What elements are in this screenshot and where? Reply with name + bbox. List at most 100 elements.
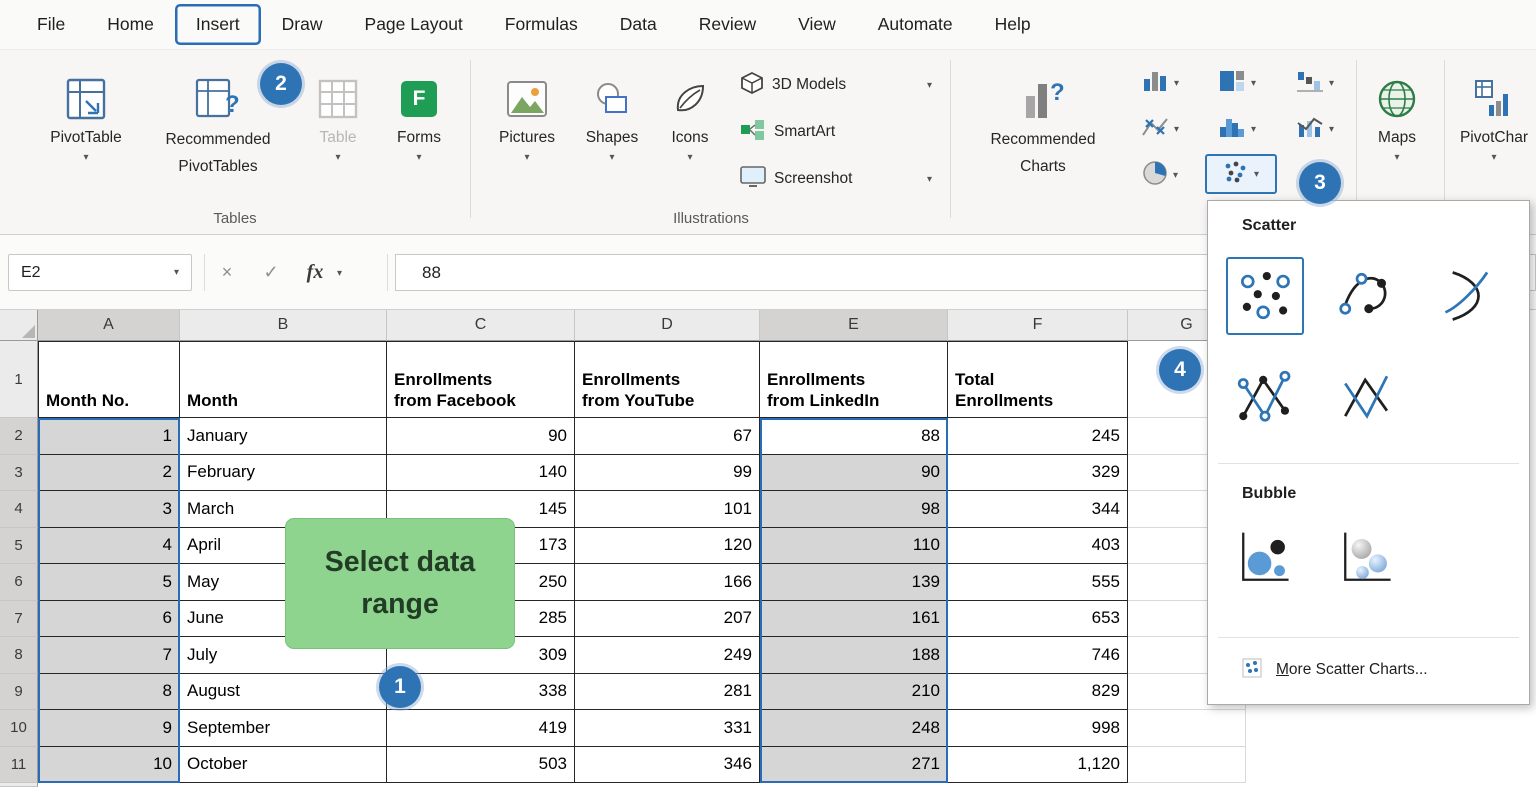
scatter-straight-lines-option[interactable] (1328, 359, 1406, 437)
cancel-button[interactable]: × (205, 262, 249, 283)
cell-D2[interactable]: 67 (575, 418, 760, 455)
cell-A5[interactable]: 4 (38, 527, 180, 564)
cell-F3[interactable]: 329 (948, 454, 1128, 491)
tab-insert[interactable]: Insert (175, 4, 261, 45)
scatter-option[interactable] (1226, 257, 1304, 335)
pie-chart-button[interactable]: ▾ (1128, 156, 1192, 194)
cell-A2[interactable]: 1 (38, 418, 180, 455)
shapes-button[interactable]: Shapes ▾ (576, 72, 648, 163)
row-header-partial[interactable] (0, 783, 38, 787)
cell-D7[interactable]: 207 (575, 600, 760, 637)
row-header-7[interactable]: 7 (0, 600, 38, 637)
cell-E9[interactable]: 210 (760, 673, 948, 710)
cell-E8[interactable]: 188 (760, 637, 948, 674)
select-all-corner[interactable] (0, 310, 38, 341)
cell-F6[interactable]: 555 (948, 564, 1128, 601)
cell-D5[interactable]: 120 (575, 527, 760, 564)
tab-automate[interactable]: Automate (857, 4, 974, 45)
cell-D9[interactable]: 281 (575, 673, 760, 710)
scatter-chart-button[interactable]: ▾ (1205, 154, 1277, 194)
cell-F1[interactable]: Total Enrollments (948, 341, 1128, 418)
cell-E10[interactable]: 248 (760, 710, 948, 747)
maps-button[interactable]: Maps ▾ (1364, 72, 1430, 163)
row-header-3[interactable]: 3 (0, 454, 38, 491)
cell-B2[interactable]: January (180, 418, 387, 455)
cell-C2[interactable]: 90 (387, 418, 575, 455)
cell-A1[interactable]: Month No. (38, 341, 180, 418)
tab-data[interactable]: Data (599, 4, 678, 45)
table-button[interactable]: Table ▾ (302, 72, 374, 163)
tab-help[interactable]: Help (974, 4, 1052, 45)
pictures-button[interactable]: Pictures ▾ (490, 72, 564, 163)
row-header-6[interactable]: 6 (0, 564, 38, 601)
tab-draw[interactable]: Draw (261, 4, 344, 45)
cell-E4[interactable]: 98 (760, 491, 948, 528)
row-header-2[interactable]: 2 (0, 418, 38, 455)
tab-review[interactable]: Review (678, 4, 777, 45)
cell-F5[interactable]: 403 (948, 527, 1128, 564)
cell-B9[interactable]: August (180, 673, 387, 710)
screenshot-button[interactable]: Screenshot ▾ (740, 160, 932, 198)
cell-F8[interactable]: 746 (948, 637, 1128, 674)
tab-formulas[interactable]: Formulas (484, 4, 599, 45)
bubble-option[interactable] (1226, 519, 1304, 597)
row-header-10[interactable]: 10 (0, 710, 38, 747)
column-header-B[interactable]: B (180, 310, 387, 341)
combo-chart-button[interactable]: ▾ (1283, 110, 1347, 148)
cell-E2[interactable]: 88 (760, 418, 948, 455)
cell-C1[interactable]: Enrollments from Facebook (387, 341, 575, 418)
scatter-straight-lines-markers-option[interactable] (1226, 359, 1304, 437)
row-header-9[interactable]: 9 (0, 673, 38, 710)
cell-A9[interactable]: 8 (38, 673, 180, 710)
column-header-F[interactable]: F (948, 310, 1128, 341)
cell-F7[interactable]: 653 (948, 600, 1128, 637)
cell-E5[interactable]: 110 (760, 527, 948, 564)
cell-A4[interactable]: 3 (38, 491, 180, 528)
column-header-C[interactable]: C (387, 310, 575, 341)
histogram-chart-button[interactable]: ▾ (1205, 110, 1269, 148)
cell-B10[interactable]: September (180, 710, 387, 747)
cell-D10[interactable]: 331 (575, 710, 760, 747)
cell-D6[interactable]: 166 (575, 564, 760, 601)
cell-E11[interactable]: 271 (760, 746, 948, 783)
cell-D1[interactable]: Enrollments from YouTube (575, 341, 760, 418)
hierarchy-chart-button[interactable]: ▾ (1205, 64, 1269, 102)
cell-A8[interactable]: 7 (38, 637, 180, 674)
recommended-charts-button[interactable]: ? Recommended Charts (962, 72, 1124, 180)
icons-button[interactable]: Icons ▾ (654, 72, 726, 163)
tab-view[interactable]: View (777, 4, 857, 45)
name-box[interactable]: E2 ▾ (8, 254, 192, 291)
column-header-A[interactable]: A (38, 310, 180, 341)
cell-G11[interactable] (1128, 746, 1246, 783)
pivotchart-button[interactable]: PivotChar ▾ (1452, 72, 1536, 163)
cell-F10[interactable]: 998 (948, 710, 1128, 747)
column-header-E[interactable]: E (760, 310, 948, 341)
column-chart-button[interactable]: ▾ (1128, 64, 1192, 102)
scatter-smooth-lines-markers-option[interactable] (1328, 257, 1406, 335)
tab-file[interactable]: File (16, 4, 86, 45)
cell-F2[interactable]: 245 (948, 418, 1128, 455)
row-header-11[interactable]: 11 (0, 746, 38, 783)
cell-D8[interactable]: 249 (575, 637, 760, 674)
cell-E3[interactable]: 90 (760, 454, 948, 491)
cell-A10[interactable]: 9 (38, 710, 180, 747)
column-header-D[interactable]: D (575, 310, 760, 341)
cell-A3[interactable]: 2 (38, 454, 180, 491)
cell-E6[interactable]: 139 (760, 564, 948, 601)
cell-D3[interactable]: 99 (575, 454, 760, 491)
3d-models-button[interactable]: 3D Models ▾ (740, 66, 932, 104)
cell-E7[interactable]: 161 (760, 600, 948, 637)
row-header-4[interactable]: 4 (0, 491, 38, 528)
more-scatter-charts-item[interactable]: More Scatter Charts... (1220, 649, 1517, 691)
insert-function-button[interactable]: fx (293, 261, 337, 284)
cell-C11[interactable]: 503 (387, 746, 575, 783)
bubble-3d-option[interactable] (1328, 519, 1406, 597)
cell-A11[interactable]: 10 (38, 746, 180, 783)
smartart-button[interactable]: SmartArt (740, 113, 932, 151)
cell-B1[interactable]: Month (180, 341, 387, 418)
row-header-1[interactable]: 1 (0, 341, 38, 418)
cell-B11[interactable]: October (180, 746, 387, 783)
cell-D4[interactable]: 101 (575, 491, 760, 528)
cell-A7[interactable]: 6 (38, 600, 180, 637)
enter-button[interactable]: ✓ (249, 262, 293, 283)
